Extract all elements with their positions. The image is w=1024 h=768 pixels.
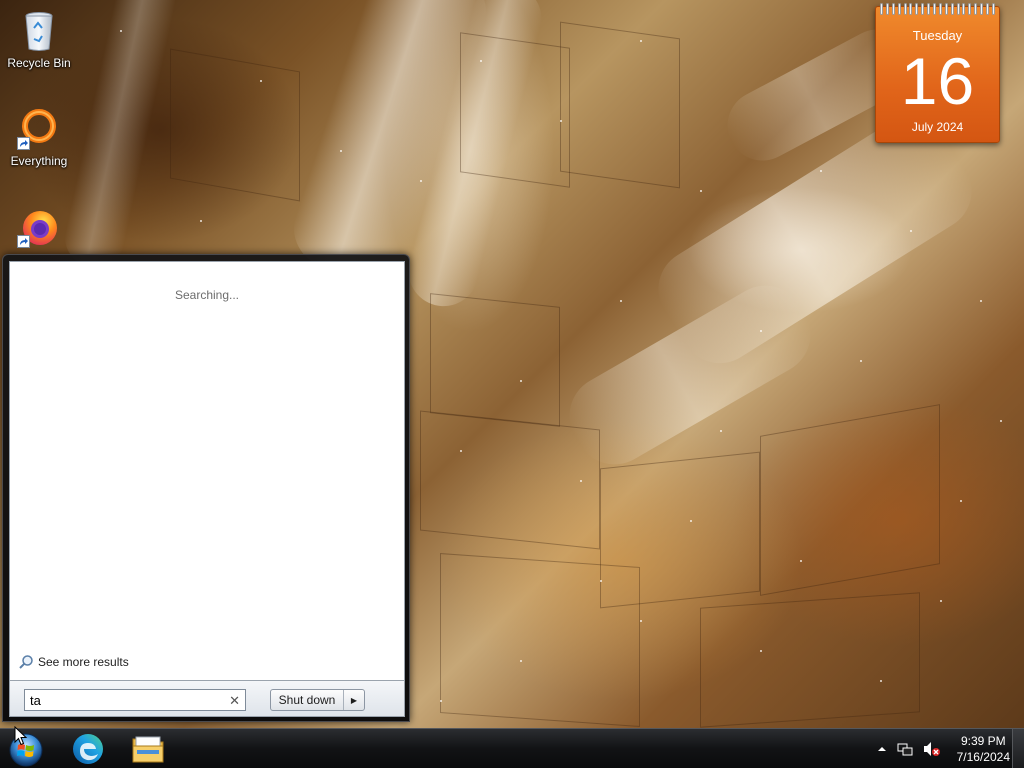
search-icon [18,654,34,670]
mouse-cursor-icon [14,725,28,749]
calendar-month-year: July 2024 [911,120,964,134]
chevron-right-icon[interactable]: ▶ [344,690,364,710]
desktop-icon-label: Recycle Bin [7,56,71,70]
desktop-icon-firefox[interactable] [1,204,77,252]
edge-icon [73,734,103,764]
taskbar-clock[interactable]: 9:39 PM 7/16/2024 [957,733,1010,765]
see-more-results-label: See more results [38,655,129,669]
taskbar-edge-button[interactable] [62,731,114,767]
start-menu: Searching... See more results ✕ Shut dow… [2,254,410,722]
calendar-rings [880,3,995,15]
recycle-bin-icon [17,8,61,52]
search-results-panel: Searching... See more results [9,261,405,681]
search-status-text: Searching... [174,288,240,302]
desktop-icon-everything[interactable]: Everything [1,106,77,168]
shutdown-button[interactable]: Shut down [271,690,344,710]
start-search-input[interactable] [25,692,215,708]
clock-time: 9:39 PM [960,734,1006,748]
shortcut-arrow-icon [17,235,30,248]
taskbar-file-explorer-button[interactable] [122,731,174,767]
clock-date: 7/16/2024 [956,750,1010,764]
calendar-weekday: Tuesday [912,28,963,43]
show-hidden-icons-arrow-icon[interactable] [877,744,887,754]
close-icon[interactable]: ✕ [229,693,240,709]
system-tray: 9:39 PM 7/16/2024 [877,729,1010,768]
desktop-icon-label: Everything [10,154,68,168]
shutdown-button-group: Shut down ▶ [270,689,365,711]
start-menu-bottom-bar: ✕ Shut down ▶ [9,681,405,717]
everything-icon [17,106,61,150]
shortcut-arrow-icon [17,137,30,150]
start-search-box[interactable]: ✕ [24,689,246,711]
calendar-gadget[interactable]: Tuesday 16 July 2024 [875,3,1000,143]
show-desktop-button[interactable] [1012,729,1024,768]
see-more-results-link[interactable]: See more results [18,653,129,671]
volume-muted-icon[interactable] [923,741,941,757]
calendar-day: 16 [900,44,975,118]
firefox-icon [17,204,61,248]
taskbar: 9:39 PM 7/16/2024 [0,728,1024,768]
network-icon[interactable] [897,741,913,757]
desktop-icon-recycle-bin[interactable]: Recycle Bin [1,8,77,70]
folder-icon [132,736,164,763]
